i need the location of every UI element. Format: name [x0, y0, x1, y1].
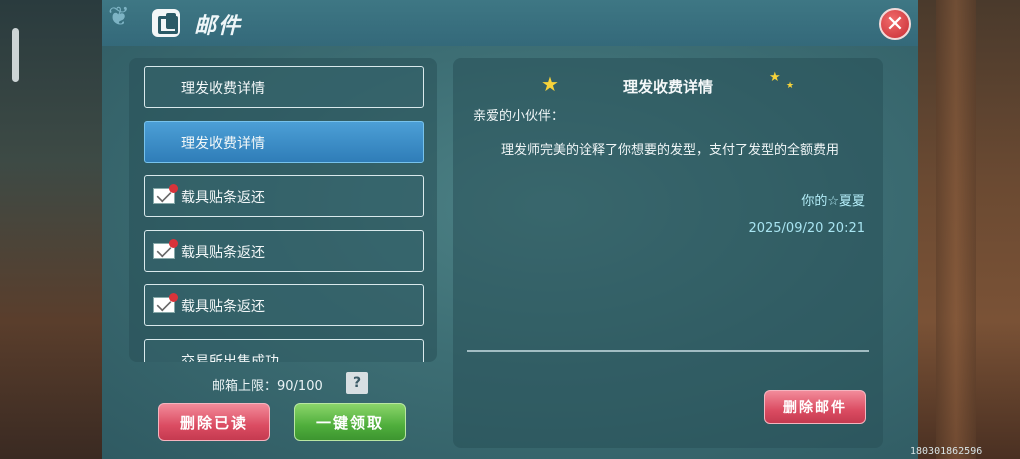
mail-greeting: 亲爱的小伙伴：	[473, 109, 565, 124]
mail-item-label: 理发收费详情	[181, 81, 265, 97]
close-button[interactable]: ✕	[879, 8, 911, 40]
attachment-envelope-icon	[153, 239, 178, 259]
delete-read-button[interactable]: 删除已读	[158, 403, 270, 441]
mail-detail-panel: ★ ★ ★ 理发收费详情 亲爱的小伙伴： 理发师完美的诠释了你想要的发型，支付了…	[453, 58, 883, 448]
mail-list-item[interactable]: 载具贴条返还	[144, 284, 424, 326]
mail-list-item-selected[interactable]: 理发收费详情	[144, 121, 424, 163]
mailbox-icon	[152, 9, 180, 37]
mail-item-label: 理发收费详情	[181, 136, 265, 152]
mail-list-item[interactable]: 载具贴条返还	[144, 230, 424, 272]
close-icon: ✕	[885, 11, 905, 37]
attachment-envelope-icon	[153, 184, 178, 204]
help-icon[interactable]: ?	[346, 372, 368, 394]
window-title: 邮件	[194, 14, 243, 39]
side-drag-handle[interactable]	[12, 28, 19, 82]
mail-list-item[interactable]: 载具贴条返还	[144, 175, 424, 217]
mail-date: 2025/09/20 20:21	[748, 221, 865, 236]
claim-all-button[interactable]: 一键领取	[294, 403, 406, 441]
mail-item-label: 载具贴条返还	[181, 245, 265, 261]
mail-body: 理发师完美的诠释了你想要的发型，支付了发型的全额费用	[501, 143, 840, 158]
background-pillar	[936, 0, 976, 459]
background-right	[918, 0, 1020, 459]
mail-item-label: 载具贴条返还	[181, 299, 265, 315]
mail-list-panel[interactable]: 理发收费详情 理发收费详情 载具贴条返还 载具贴条返还 载具贴条返还 交易所出售…	[129, 58, 437, 362]
delete-mail-button[interactable]: 删除邮件	[764, 390, 866, 424]
user-id-label: 180301862596	[910, 446, 983, 457]
mail-list-item[interactable]: 理发收费详情	[144, 66, 424, 108]
attachment-envelope-icon	[153, 293, 178, 313]
mailbox-capacity: 邮箱上限：90/100	[212, 379, 323, 394]
mail-window: ❦ 邮件 ✕ 理发收费详情 理发收费详情 载具贴条返还 载具贴条返还 载具贴条返…	[102, 0, 918, 459]
mail-list-item[interactable]: 交易所出售成功	[144, 339, 424, 362]
mail-item-label: 交易所出售成功	[181, 354, 279, 362]
title-bar: ❦ 邮件 ✕	[102, 0, 918, 46]
vine-decoration-icon: ❦	[108, 2, 130, 32]
mail-title: 理发收费详情	[622, 78, 713, 96]
mail-item-label: 载具贴条返还	[181, 190, 265, 206]
mail-sender: 你的☆夏夏	[801, 194, 865, 209]
attachment-divider	[467, 350, 869, 352]
background-left	[0, 0, 102, 459]
